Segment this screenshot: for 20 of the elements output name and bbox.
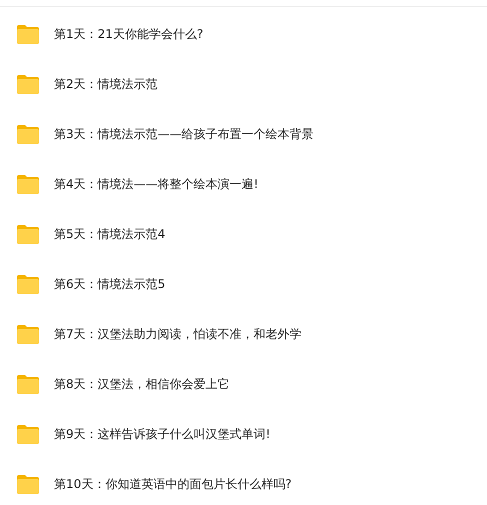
folder-icon — [16, 374, 40, 394]
folder-name[interactable]: 第9天：这样告诉孩子什么叫汉堡式单词! — [54, 426, 270, 442]
folder-icon — [16, 424, 40, 444]
folder-icon — [16, 174, 40, 194]
folder-icon — [16, 224, 40, 244]
folder-name[interactable]: 第8天：汉堡法，相信你会爱上它 — [54, 376, 230, 392]
folder-name[interactable]: 第4天：情境法——将整个绘本演一遍! — [54, 176, 258, 192]
folder-name[interactable]: 第3天：情境法示范——给孩子布置一个绘本背景 — [54, 126, 314, 142]
folder-icon — [16, 24, 40, 44]
folder-icon — [16, 124, 40, 144]
folder-name[interactable]: 第7天：汉堡法助力阅读，怕读不准，和老外学 — [54, 326, 302, 342]
folder-icon — [16, 474, 40, 494]
folder-icon — [16, 274, 40, 294]
folder-icon — [16, 74, 40, 94]
folder-name[interactable]: 第6天：情境法示范5 — [54, 276, 166, 292]
folder-name[interactable]: 第5天：情境法示范4 — [54, 226, 166, 242]
folder-name[interactable]: 第1天：21天你能学会什么? — [54, 26, 204, 42]
folder-icon — [16, 324, 40, 344]
folder-name[interactable]: 第10天：你知道英语中的面包片长什么样吗? — [54, 476, 292, 492]
folder-name[interactable]: 第2天：情境法示范 — [54, 76, 158, 92]
